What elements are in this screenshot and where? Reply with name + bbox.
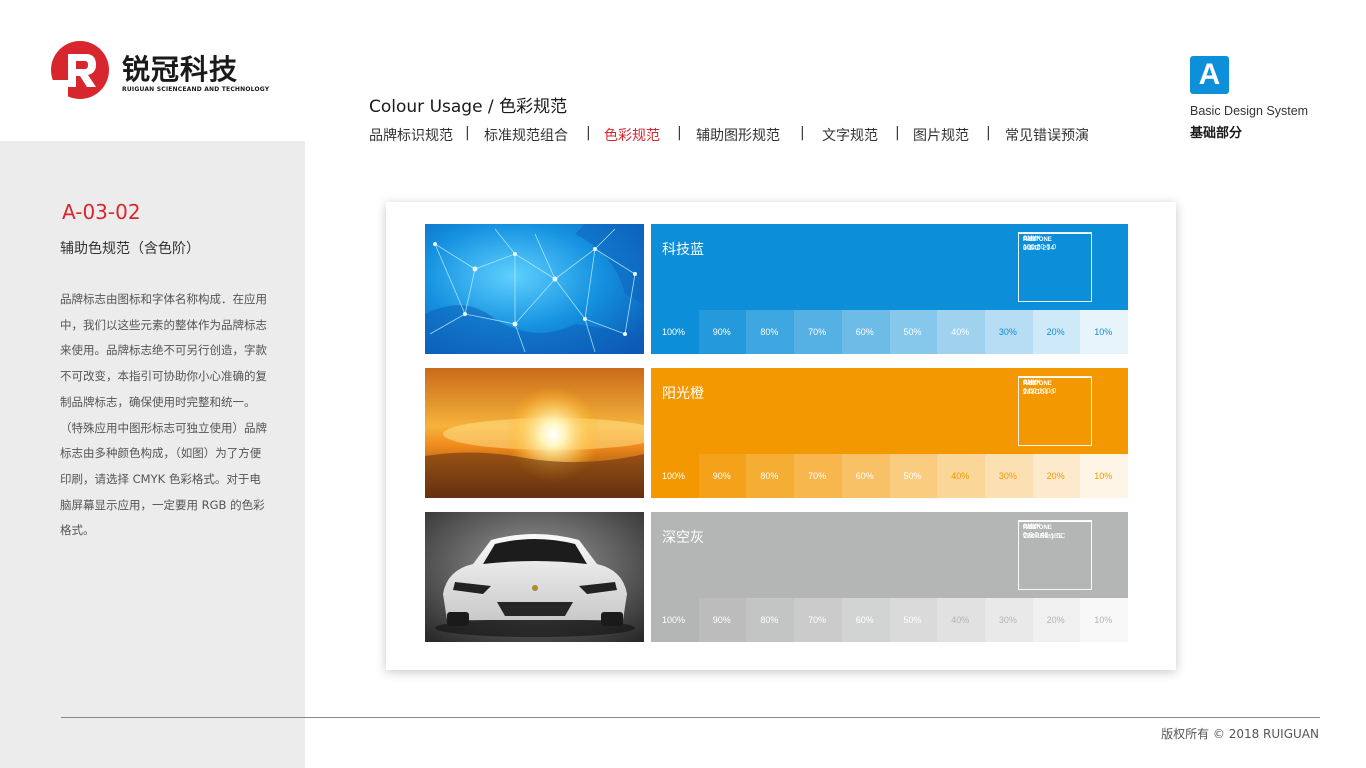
color-spec-box: CMYK 0 50 100 0 RGB 243 151 0 PANTONE 137C xyxy=(1018,376,1092,446)
tint-cell: 60% xyxy=(841,454,890,498)
sunrise-image xyxy=(425,368,644,498)
color-swatch-main: 科技蓝 CMYK 100 20 0 0 RGB 0 140 214 PANTONE 3… xyxy=(651,224,1128,310)
page-title: Colour Usage / 色彩规范 xyxy=(369,97,568,117)
pantone-spec: PANTONE 361C xyxy=(1019,233,1091,256)
tint-cell: 50% xyxy=(889,310,938,354)
tint-cell: 70% xyxy=(794,598,843,642)
tint-cell: 80% xyxy=(746,310,795,354)
tint-cell: 90% xyxy=(698,454,747,498)
color-row-grey: 深空灰 CMYK 0 0 0 40 RGB 180 181 181 PANTONE C… xyxy=(425,512,1129,642)
color-name: 阳光橙 xyxy=(662,386,704,402)
tint-cell: 30% xyxy=(984,454,1034,498)
color-row-orange: 阳光橙 CMYK 0 50 100 0 RGB 243 151 0 PANTONE 1… xyxy=(425,368,1129,498)
nav-item-color[interactable]: 色彩规范 xyxy=(604,125,660,145)
nav-separator: | xyxy=(677,125,682,141)
tint-scale: 100% 90% 80% 70% 60% 50% 40% 30% 20% 10% xyxy=(651,454,1129,498)
tint-cell: 60% xyxy=(841,598,890,642)
tint-cell: 30% xyxy=(984,598,1034,642)
page-code: A-03-02 xyxy=(62,200,141,224)
tint-cell: 80% xyxy=(746,454,795,498)
color-name: 深空灰 xyxy=(662,530,704,546)
nav-separator: | xyxy=(800,125,805,141)
color-swatch-orange: 阳光橙 CMYK 0 50 100 0 RGB 243 151 0 PANTONE 1… xyxy=(651,368,1129,498)
tint-cell: 10% xyxy=(1080,310,1129,354)
tint-cell: 50% xyxy=(889,598,938,642)
sports-car-image xyxy=(425,512,644,642)
pantone-spec: PANTONE 137C xyxy=(1019,377,1091,400)
nav-item-brand-identity[interactable]: 品牌标识规范 xyxy=(369,125,453,145)
tint-cell: 100% xyxy=(651,454,700,498)
color-swatch-blue: 科技蓝 CMYK 100 20 0 0 RGB 0 140 214 PANTONE 3… xyxy=(651,224,1129,354)
page-subtitle: 辅助色规范（含色阶） xyxy=(60,241,200,257)
nav-item-typography[interactable]: 文字规范 xyxy=(822,125,878,145)
tint-cell: 80% xyxy=(746,598,795,642)
color-spec-box: CMYK 0 0 0 40 RGB 180 181 181 PANTONE Cool … xyxy=(1018,520,1092,590)
technology-network-image xyxy=(425,224,644,354)
tint-cell: 30% xyxy=(984,310,1034,354)
tint-scale: 100% 90% 80% 70% 60% 50% 40% 30% 20% 10% xyxy=(651,598,1129,642)
tint-cell: 60% xyxy=(841,310,890,354)
nav-item-imagery[interactable]: 图片规范 xyxy=(913,125,969,145)
brand-logo-mark-icon xyxy=(50,41,109,100)
tint-cell: 40% xyxy=(937,454,986,498)
nav-item-standard-combination[interactable]: 标准规范组合 xyxy=(484,125,568,145)
tint-cell: 90% xyxy=(698,310,747,354)
page-description: 品牌标志由图标和字体名称构成．在应用中，我们以这些元素的整体作为品牌标志来使用。… xyxy=(60,292,267,538)
tint-scale: 100% 90% 80% 70% 60% 50% 40% 30% 20% 10% xyxy=(651,310,1129,354)
tint-cell: 100% xyxy=(651,310,700,354)
section-title-cn: 基础部分 xyxy=(1190,126,1243,141)
tint-cell: 50% xyxy=(889,454,938,498)
color-swatch-main: 阳光橙 CMYK 0 50 100 0 RGB 243 151 0 PANTONE 1… xyxy=(651,368,1128,454)
nav-separator: | xyxy=(895,125,900,141)
tint-cell: 40% xyxy=(937,310,986,354)
tint-cell: 40% xyxy=(937,598,986,642)
tint-cell: 20% xyxy=(1032,454,1081,498)
tint-cell: 90% xyxy=(698,598,747,642)
nav-separator: | xyxy=(586,125,591,141)
nav-item-auxiliary-graphics[interactable]: 辅助图形规范 xyxy=(696,125,780,145)
footer-divider xyxy=(61,717,1320,718)
nav-separator: | xyxy=(465,125,470,141)
color-row-blue: 科技蓝 CMYK 100 20 0 0 RGB 0 140 214 PANTONE 3… xyxy=(425,224,1129,354)
nav-separator: | xyxy=(986,125,991,141)
color-swatch-main: 深空灰 CMYK 0 0 0 40 RGB 180 181 181 PANTONE C… xyxy=(651,512,1128,598)
brand-logo[interactable]: 锐冠科技 RUIGUAN SCIENCEAND AND TECHNOLOGY xyxy=(50,40,269,102)
tint-cell: 10% xyxy=(1080,598,1129,642)
tint-cell: 10% xyxy=(1080,454,1129,498)
tint-cell: 20% xyxy=(1032,598,1081,642)
tint-cell: 20% xyxy=(1032,310,1081,354)
tint-cell: 70% xyxy=(794,310,843,354)
section-badge: A xyxy=(1190,56,1229,94)
pantone-spec: PANTONE Cool Gray 5C xyxy=(1019,521,1091,544)
brand-name-en: RUIGUAN SCIENCEAND AND TECHNOLOGY xyxy=(122,86,270,93)
copyright: 版权所有 © 2018 RUIGUAN xyxy=(1161,727,1319,741)
color-name: 科技蓝 xyxy=(662,242,704,258)
section-title-en: Basic Design System xyxy=(1190,104,1309,118)
tint-cell: 70% xyxy=(794,454,843,498)
nav-item-common-errors[interactable]: 常见错误预演 xyxy=(1005,125,1089,145)
color-swatch-grey: 深空灰 CMYK 0 0 0 40 RGB 180 181 181 PANTONE C… xyxy=(651,512,1129,642)
brand-name-cn: 锐冠科技 xyxy=(122,53,239,86)
color-spec-box: CMYK 100 20 0 0 RGB 0 140 214 PANTONE 361C xyxy=(1018,232,1092,302)
tint-cell: 100% xyxy=(651,598,700,642)
